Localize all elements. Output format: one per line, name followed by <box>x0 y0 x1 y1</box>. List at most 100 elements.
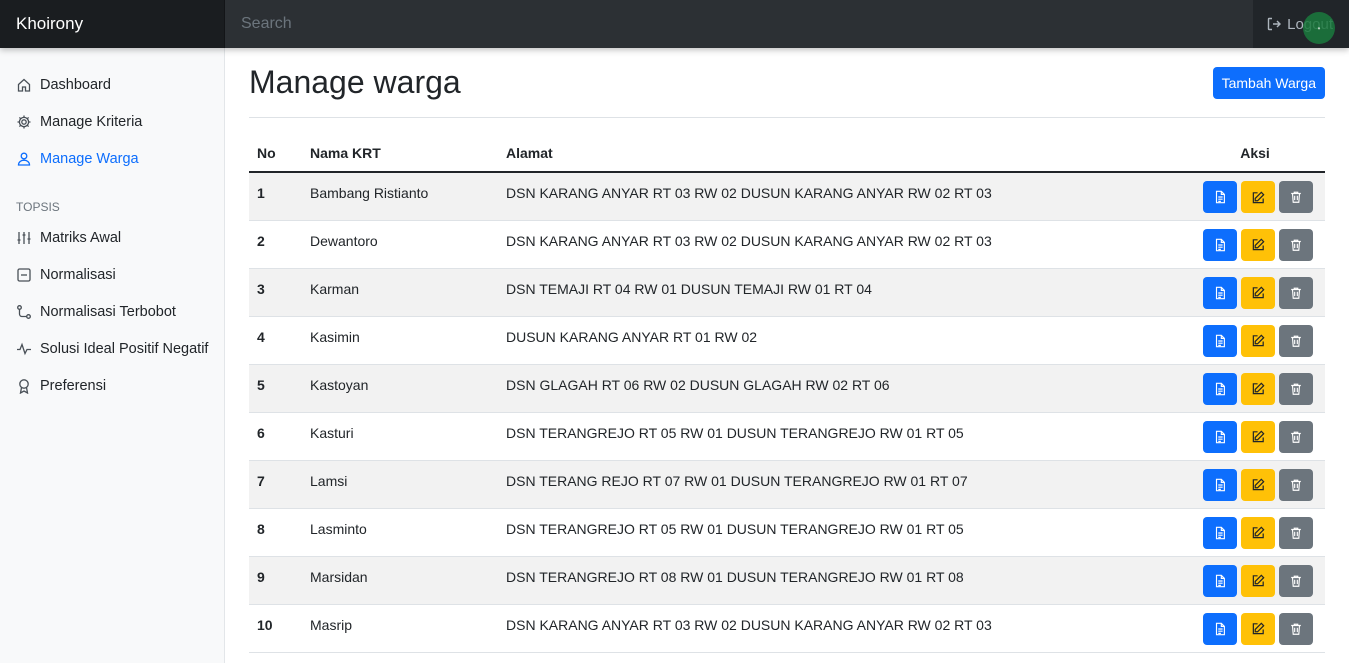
trash-icon <box>1289 478 1303 492</box>
cell-aksi <box>1185 508 1325 556</box>
view-detail-button[interactable] <box>1203 324 1237 357</box>
sidebar-item-solusi-ideal[interactable]: Solusi Ideal Positif Negatif <box>0 330 224 367</box>
delete-button[interactable] <box>1279 468 1313 501</box>
cell-nama-krt: Bambang Ristianto <box>310 185 429 201</box>
cell-aksi <box>1185 364 1325 412</box>
sidebar-item-manage-warga[interactable]: Manage Warga <box>0 140 224 177</box>
cell-no: 6 <box>257 424 265 441</box>
edit-button[interactable] <box>1241 420 1275 453</box>
view-detail-button[interactable] <box>1203 276 1237 309</box>
section-heading-topsis: TOPSIS <box>16 200 60 214</box>
cell-alamat: DSN KARANG ANYAR RT 03 RW 02 DUSUN KARAN… <box>506 616 992 633</box>
edit-button[interactable] <box>1241 276 1275 309</box>
edit-button[interactable] <box>1241 564 1275 597</box>
view-detail-button[interactable] <box>1203 564 1237 597</box>
table-body: 1 Bambang Ristianto DSN KARANG ANYAR RT 03… <box>249 172 1325 652</box>
table-row: 9 Marsidan DSN TERANGREJO RT 08 RW 01 DUSU… <box>249 556 1325 604</box>
pencil-square-icon <box>1251 477 1266 492</box>
cell-nama-krt: Masrip <box>310 616 353 633</box>
delete-button[interactable] <box>1279 276 1313 309</box>
delete-button[interactable] <box>1279 612 1313 645</box>
cell-alamat: DSN GLAGAH RT 06 RW 02 DUSUN GLAGAH RW 0… <box>506 376 890 393</box>
column-header-alamat: Alamat <box>498 135 1185 173</box>
edit-button[interactable] <box>1241 228 1275 261</box>
edit-button[interactable] <box>1241 468 1275 501</box>
view-detail-button[interactable] <box>1203 228 1237 261</box>
file-text-icon <box>1213 238 1227 252</box>
cell-alamat: DSN TERANG REJO RT 07 RW 01 DUSUN TERANG… <box>506 472 968 489</box>
page-header: Manage warga Tambah Warga <box>249 48 1325 118</box>
table-row: 5 Kastoyan DSN GLAGAH RT 06 RW 02 DUSUN GL… <box>249 364 1325 412</box>
cell-aksi <box>1185 268 1325 316</box>
view-detail-button[interactable] <box>1203 372 1237 405</box>
activity-icon <box>17 342 31 355</box>
delete-button[interactable] <box>1279 324 1313 357</box>
main-content: Manage warga Tambah Warga No Nama KRT Al… <box>249 48 1325 653</box>
file-text-icon <box>1213 478 1227 492</box>
sidebar-item-preferensi[interactable]: Preferensi <box>0 367 224 404</box>
sidebar-item-label: Preferensi <box>40 377 107 394</box>
home-icon <box>17 78 31 92</box>
pencil-square-icon <box>1251 333 1266 348</box>
sidebar-item-manage-kriteria[interactable]: Manage Kriteria <box>0 103 224 140</box>
cell-nama-krt: Lasminto <box>310 520 367 537</box>
view-detail-button[interactable] <box>1203 420 1237 453</box>
edit-button[interactable] <box>1241 181 1275 213</box>
sidebar-item-normalisasi-terbobot[interactable]: Normalisasi Terbobot <box>0 293 224 330</box>
sidebar-item-matriks-awal[interactable]: Matriks Awal <box>0 219 224 256</box>
sidebar-item-label: Matriks Awal <box>40 229 122 246</box>
sidebar-item-dashboard[interactable]: Dashboard <box>0 66 224 103</box>
brand-logo[interactable]: Khoirony <box>0 0 225 48</box>
table-row: 3 Karman DSN TEMAJI RT 04 RW 01 DUSUN TEMA… <box>249 268 1325 316</box>
table-row: 1 Bambang Ristianto DSN KARANG ANYAR RT 03… <box>249 172 1325 220</box>
file-text-icon <box>1213 622 1227 636</box>
warga-table: No Nama KRT Alamat Aksi 1 Bambang Ristian… <box>249 135 1325 653</box>
file-text-icon <box>1213 574 1227 588</box>
file-text-icon <box>1213 430 1227 444</box>
delete-button[interactable] <box>1279 372 1313 405</box>
table-row: 2 Dewantoro DSN KARANG ANYAR RT 03 RW 02 D… <box>249 220 1325 268</box>
cell-no: 3 <box>257 280 265 297</box>
trash-icon <box>1289 238 1303 252</box>
cell-aksi <box>1185 316 1325 364</box>
search-input[interactable] <box>225 0 1253 48</box>
cell-alamat: DSN TEMAJI RT 04 RW 01 DUSUN TEMAJI RW 0… <box>506 280 872 297</box>
cell-no: 4 <box>257 328 265 345</box>
delete-button[interactable] <box>1279 564 1313 597</box>
cell-no: 2 <box>257 232 265 249</box>
sliders-icon <box>17 231 31 244</box>
cell-aksi <box>1185 412 1325 460</box>
tambah-warga-button[interactable]: Tambah Warga <box>1212 66 1325 99</box>
view-detail-button[interactable] <box>1203 612 1237 645</box>
trash-icon <box>1289 622 1303 636</box>
delete-button[interactable] <box>1279 228 1313 261</box>
pencil-square-icon <box>1251 621 1266 636</box>
table-row: 7 Lamsi DSN TERANG REJO RT 07 RW 01 DUSUN … <box>249 460 1325 508</box>
cell-nama-krt: Dewantoro <box>310 232 378 249</box>
column-header-no: No <box>249 135 302 173</box>
table-row: 8 Lasminto DSN TERANGREJO RT 05 RW 01 DUSU… <box>249 508 1325 556</box>
pencil-square-icon <box>1251 285 1266 300</box>
sidebar-item-normalisasi[interactable]: Normalisasi <box>0 256 224 293</box>
delete-button[interactable] <box>1279 181 1313 213</box>
delete-button[interactable] <box>1279 420 1313 453</box>
table-row: 10 Masrip DSN KARANG ANYAR RT 03 RW 02 DUS… <box>249 604 1325 652</box>
cell-alamat: DSN TERANGREJO RT 05 RW 01 DUSUN TERANGR… <box>506 520 964 537</box>
cell-nama-krt: Kastoyan <box>310 376 369 393</box>
view-detail-button[interactable] <box>1203 516 1237 549</box>
column-header-aksi: Aksi <box>1185 135 1325 173</box>
view-detail-button[interactable] <box>1203 468 1237 501</box>
view-detail-button[interactable] <box>1203 181 1237 213</box>
table-row: 4 Kasimin DUSUN KARANG ANYAR RT 01 RW 02 <box>249 316 1325 364</box>
edit-button[interactable] <box>1241 516 1275 549</box>
cell-no: 5 <box>257 376 265 393</box>
file-text-icon <box>1213 286 1227 300</box>
cell-alamat: DSN TERANGREJO RT 05 RW 01 DUSUN TERANGR… <box>506 424 964 441</box>
edit-button[interactable] <box>1241 612 1275 645</box>
logout-link[interactable]: Logout • <box>1253 0 1349 48</box>
delete-button[interactable] <box>1279 516 1313 549</box>
cell-alamat: DSN TERANGREJO RT 08 RW 01 DUSUN TERANGR… <box>506 568 964 585</box>
calculator-icon <box>17 267 31 282</box>
edit-button[interactable] <box>1241 324 1275 357</box>
edit-button[interactable] <box>1241 372 1275 405</box>
